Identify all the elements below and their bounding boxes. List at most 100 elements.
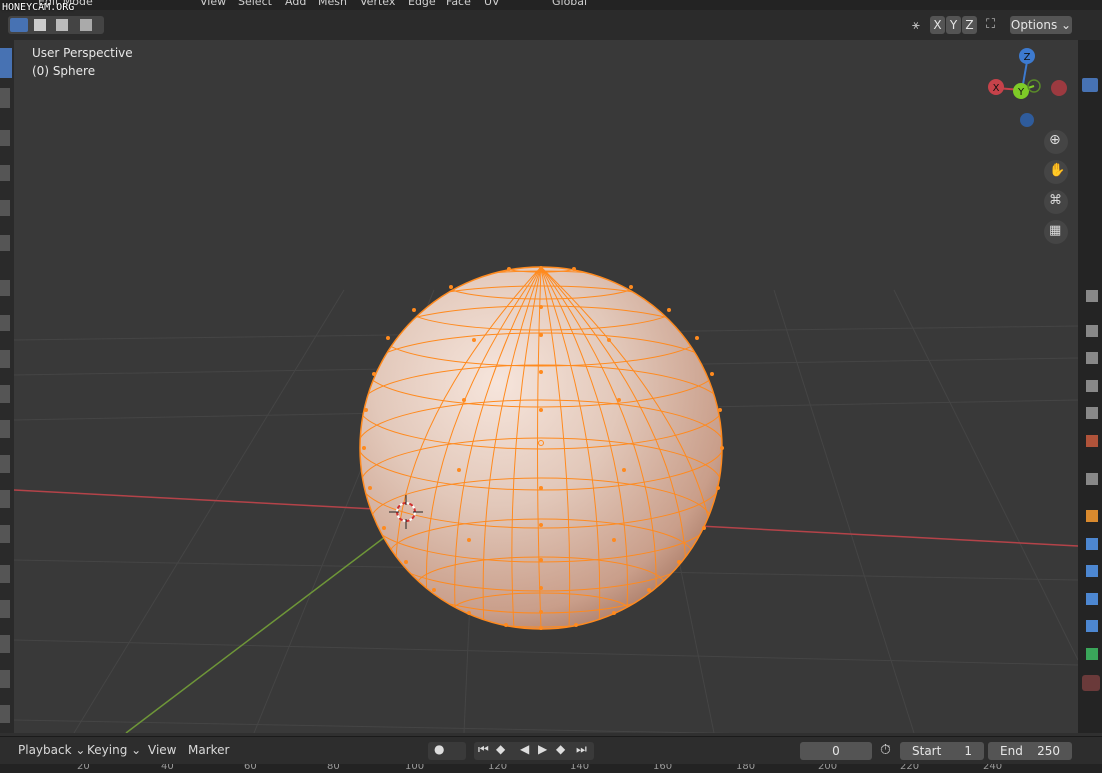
menu-edge[interactable]: Edge [408,0,436,8]
constraints-props-icon[interactable] [1086,620,1098,632]
smooth-tool-icon[interactable] [0,600,10,618]
ruler-tick: 180 [736,764,756,772]
menu-mesh[interactable]: Mesh [318,0,347,8]
chevron-down-icon: ⌄ [75,743,86,757]
stopwatch-icon[interactable]: ⏱ [880,742,891,758]
prev-keyframe-icon[interactable]: ◆ [496,742,505,756]
rotate-tool-icon[interactable] [0,165,10,181]
keying-menu[interactable]: Keying ⌄ [87,743,141,757]
loopcut-tool-icon[interactable] [0,455,10,473]
current-frame-value: 0 [832,744,840,758]
marker-menu[interactable]: Marker [188,743,229,757]
chevron-down-icon: ⌄ [1061,18,1072,32]
inset-tool-icon[interactable] [0,385,10,403]
playback-menu[interactable]: Playback ⌄ [18,743,85,757]
spin-tool-icon[interactable] [0,565,10,583]
tool-props-icon[interactable] [1086,290,1098,302]
select-subtract-icon[interactable] [56,19,68,31]
perspective-toggle-icon[interactable]: ▦ [1044,220,1068,244]
particles-props-icon[interactable] [1086,565,1098,577]
timeline-header: Playback ⌄ Keying ⌄ View Marker ● ⏮ ◆ ◀ … [0,736,1102,765]
scene-props-icon[interactable] [1086,407,1098,419]
rip-tool-icon[interactable] [0,705,10,723]
extrude-tool-icon[interactable] [0,350,10,368]
select-extend-icon[interactable] [34,19,46,31]
navigation-gizmo[interactable]: Z X Y [988,48,1067,127]
playback-controls: ⏮ ◆ ◀ ▶ ◆ ⏭ [474,742,594,760]
ruler-tick: 40 [161,764,174,772]
start-frame-field[interactable]: Start 1 [900,742,984,760]
vertex-mode-icon[interactable] [1082,78,1098,92]
mirror-z-button[interactable]: Z [962,16,977,34]
polybuild-tool-icon[interactable] [0,525,10,543]
menu-face[interactable]: Face [446,0,471,8]
transform-orientation[interactable]: Global [552,0,587,8]
mirror-y-button[interactable]: Y [946,16,961,34]
perspective-label: User Perspective [32,46,133,60]
bevel-tool-icon[interactable] [0,420,10,438]
options-label: Options [1010,18,1058,32]
ruler-tick: 80 [327,764,340,772]
select-tool-icon[interactable] [0,48,12,78]
cursor-tool-icon[interactable] [0,88,10,108]
material-props-icon[interactable] [1082,675,1100,691]
shrink-tool-icon[interactable] [0,670,10,688]
edge-slide-tool-icon[interactable] [0,635,10,653]
jump-start-icon[interactable]: ⏮ [478,742,489,757]
auto-merge-icon[interactable]: ⛶ [986,17,995,32]
camera-view-icon[interactable]: ⌘ [1044,190,1068,214]
ruler-tick: 220 [900,764,920,772]
object-label: (0) Sphere [32,64,96,78]
collection-props-icon[interactable] [1086,473,1098,485]
menu-view[interactable]: View [200,0,226,8]
mirror-x-button[interactable]: X [930,16,945,34]
data-props-icon[interactable] [1086,648,1098,660]
next-keyframe-icon[interactable]: ◆ [556,742,565,756]
object-props-icon[interactable] [1086,510,1098,522]
3d-viewport[interactable]: Z X Y User Perspective (0) Sphere ⊕ ✋ ⌘ … [14,40,1078,733]
frame-ruler[interactable]: 20 40 60 80 100 120 140 160 180 200 220 … [0,764,1102,773]
pan-hand-icon[interactable]: ✋ [1044,160,1068,184]
render-props-icon[interactable] [1086,325,1098,337]
annotate-tool-icon[interactable] [0,280,10,296]
end-frame-field[interactable]: End 250 [988,742,1072,760]
select-box-icon[interactable] [10,18,28,32]
play-icon[interactable]: ▶ [538,742,547,756]
menu-add[interactable]: Add [285,0,306,8]
jump-end-icon[interactable]: ⏭ [576,742,587,757]
auto-keying-toggle[interactable]: ● [428,742,466,760]
ruler-tick: 240 [983,764,1003,772]
zoom-icon[interactable]: ⊕ [1044,130,1068,154]
ruler-tick: 160 [653,764,673,772]
output-props-icon[interactable] [1086,352,1098,364]
chevron-down-icon: ⌄ [131,743,142,757]
menu-uv[interactable]: UV [484,0,500,8]
menu-select[interactable]: Select [238,0,272,8]
transform-tool-icon[interactable] [0,235,10,251]
modifier-props-icon[interactable] [1086,538,1098,550]
measure-tool-icon[interactable] [0,315,10,331]
physics-props-icon[interactable] [1086,593,1098,605]
select-intersect-icon[interactable] [80,19,92,31]
knife-tool-icon[interactable] [0,490,10,508]
ruler-tick: 100 [405,764,425,772]
playback-label: Playback [18,743,72,757]
timeline-view-menu[interactable]: View [148,743,176,757]
current-frame-field[interactable]: 0 [800,742,872,760]
world-props-icon[interactable] [1086,435,1098,447]
options-dropdown[interactable]: Options ⌄ [1010,16,1072,34]
record-icon: ● [434,742,445,756]
gizmo-neg-z[interactable] [1020,113,1034,127]
mirror-icon[interactable]: ⚹ [912,18,920,33]
move-tool-icon[interactable] [0,130,10,146]
view-layer-props-icon[interactable] [1086,380,1098,392]
ruler-tick: 60 [244,764,257,772]
scale-tool-icon[interactable] [0,200,10,216]
end-label: End [1000,744,1023,758]
play-reverse-icon[interactable]: ◀ [520,742,529,756]
ruler-tick: 20 [77,764,90,772]
start-value: 1 [964,744,972,758]
menu-vertex[interactable]: Vertex [360,0,395,8]
gizmo-neg-x[interactable] [1051,80,1067,96]
viewport-canvas[interactable]: Z X Y [14,40,1078,733]
